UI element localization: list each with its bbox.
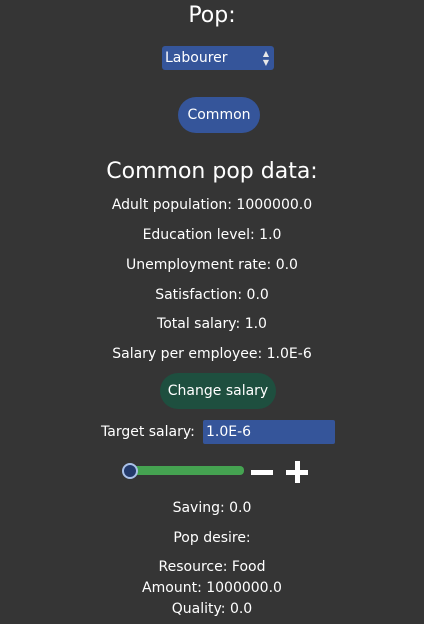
page-title: Pop: [188, 3, 236, 28]
salary-per-employee-text: Salary per employee: 1.0E-6 [112, 346, 312, 362]
pop-type-select-value: Labourer [165, 50, 228, 66]
desire-amount-text: Amount: 1000000.0 [142, 580, 282, 596]
plus-icon[interactable] [285, 460, 309, 484]
desire-resource-text: Resource: Food [158, 559, 266, 575]
education-level-text: Education level: 1.0 [142, 227, 282, 243]
total-salary-text: Total salary: 1.0 [157, 316, 267, 332]
change-salary-button[interactable]: Change salary [160, 373, 276, 409]
target-salary-label: Target salary: [101, 424, 195, 440]
unemployment-rate-text: Unemployment rate: 0.0 [126, 257, 298, 273]
salary-slider-handle[interactable] [122, 463, 138, 479]
satisfaction-text: Satisfaction: 0.0 [155, 287, 269, 303]
pop-desire-label: Pop desire: [173, 530, 251, 546]
saving-text: Saving: 0.0 [172, 500, 252, 516]
pop-type-select[interactable]: Labourer ▲ ▼ [162, 46, 274, 70]
adult-population-text: Adult population: 1000000.0 [111, 197, 313, 213]
target-salary-input[interactable]: 1.0E-6 [203, 420, 335, 444]
salary-slider-track[interactable] [128, 466, 244, 475]
common-button[interactable]: Common [178, 97, 260, 133]
desire-quality-text: Quality: 0.0 [171, 601, 253, 617]
minus-icon[interactable] [250, 462, 274, 482]
select-arrows-icon: ▲ ▼ [262, 49, 270, 67]
common-pop-data-heading: Common pop data: [106, 159, 318, 184]
